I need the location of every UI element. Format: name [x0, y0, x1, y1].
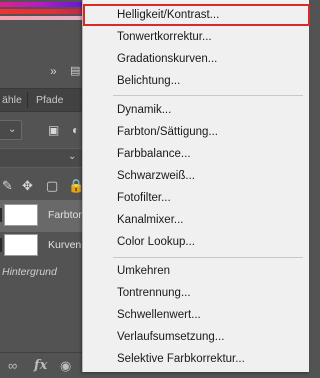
- artboard-lock-icon[interactable]: ▢: [46, 179, 58, 193]
- menu-item-schwellenwert[interactable]: Schwellenwert...: [83, 304, 310, 326]
- brush-lock-icon[interactable]: ✎: [2, 179, 13, 193]
- fx-icon[interactable]: fx: [34, 358, 47, 374]
- background-layer-name[interactable]: Hintergrund: [2, 266, 57, 278]
- layer-link-icon: [0, 238, 3, 252]
- menu-item-tonwertkorrektur[interactable]: Tonwertkorrektur...: [83, 26, 310, 48]
- chevron-down-icon: ⌄: [8, 124, 17, 135]
- menu-item-color-lookup[interactable]: Color Lookup...: [83, 231, 310, 253]
- menu-item-kanalmixer[interactable]: Kanalmixer...: [83, 209, 310, 231]
- menu-item-selektive-farbkorrektur[interactable]: Selektive Farbkorrektur...: [83, 348, 310, 370]
- menu-item-helligkeit-kontrast[interactable]: Helligkeit/Kontrast...: [83, 4, 310, 26]
- layer-link-icon: [0, 208, 3, 222]
- menu-item-umkehren[interactable]: Umkehren: [83, 260, 310, 282]
- menu-item-farbton-saettigung[interactable]: Farbton/Sättigung...: [83, 121, 310, 143]
- menu-item-dynamik[interactable]: Dynamik...: [83, 99, 310, 121]
- chevron-down-icon: ⌄: [68, 151, 77, 162]
- menu-item-belichtung[interactable]: Belichtung...: [83, 70, 310, 92]
- menu-item-farbbalance[interactable]: Farbbalance...: [83, 143, 310, 165]
- layer-row-farbton[interactable]: Farbton: [0, 200, 90, 232]
- image-filter-icon[interactable]: ▣: [48, 123, 62, 137]
- tab-channels[interactable]: ähle: [0, 89, 26, 111]
- adjustment-layer-menu: Helligkeit/Kontrast... Tonwertkorrektur.…: [82, 0, 310, 372]
- menu-item-verlaufsumsetzung[interactable]: Verlaufsumsetzung...: [83, 326, 310, 348]
- menu-separator: [113, 257, 303, 258]
- gradient-swatch-pink: [0, 16, 90, 20]
- lock-row: ✎ ✥ ▢ 🔒: [0, 176, 90, 198]
- layer-name: Kurven: [48, 239, 82, 251]
- move-lock-icon[interactable]: ✥: [22, 179, 33, 193]
- blend-mode-row: ⌄: [0, 148, 90, 170]
- panel-tabs: ähle Pfade: [0, 88, 90, 112]
- layer-row-kurven[interactable]: Kurven: [0, 230, 90, 262]
- gradient-swatch-red: [0, 9, 90, 14]
- tab-divider: [27, 92, 28, 108]
- layers-bottom-bar: ∞ fx ◉: [0, 352, 90, 378]
- menu-item-gradationskurven[interactable]: Gradationskurven...: [83, 48, 310, 70]
- gradient-swatch-purple: [0, 2, 90, 7]
- filter-kind-dropdown[interactable]: ⌄: [0, 120, 22, 140]
- menu-item-schwarzweiss[interactable]: Schwarzweiß...: [83, 165, 310, 187]
- link-layers-icon[interactable]: ∞: [8, 358, 17, 374]
- menu-item-fotofilter[interactable]: Fotofilter...: [83, 187, 310, 209]
- menu-separator: [113, 95, 303, 96]
- tab-paths[interactable]: Pfade: [34, 89, 68, 111]
- layer-mask-thumbnail[interactable]: [4, 204, 38, 226]
- add-mask-icon[interactable]: ◉: [60, 358, 71, 374]
- collapse-arrows-icon[interactable]: »: [50, 64, 68, 78]
- menu-item-tontrennung[interactable]: Tontrennung...: [83, 282, 310, 304]
- layer-mask-thumbnail[interactable]: [4, 234, 38, 256]
- layer-name: Farbton: [48, 209, 85, 221]
- layer-filter-row: ⌄ ▣ ◐: [0, 120, 90, 142]
